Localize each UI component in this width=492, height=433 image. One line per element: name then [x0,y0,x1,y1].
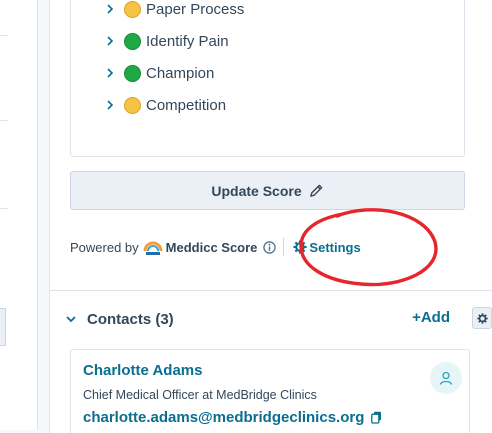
criteria-item-competition[interactable]: Competition [103,94,226,116]
contacts-title: Contacts (3) [87,310,174,328]
status-dot-green-icon [124,32,141,50]
settings-link[interactable]: Settings [293,239,361,255]
contacts-section-header: Contacts (3) +Add [64,307,492,331]
chevron-right-icon[interactable] [103,2,117,16]
left-panel-tab[interactable] [0,308,6,346]
update-score-label: Update Score [211,182,302,199]
criteria-label: Paper Process [146,0,245,18]
left-panel [0,0,38,430]
chevron-right-icon[interactable] [103,98,117,112]
contact-email-link[interactable]: charlotte.adams@medbridgeclinics.org [83,409,364,426]
meddicc-score-card: Paper Process Identify Pain Champion Com… [70,0,465,157]
avatar [430,362,462,394]
status-dot-yellow-icon [124,96,141,114]
contact-card: Charlotte Adams Chief Medical Officer at… [70,349,470,433]
status-dot-yellow-icon [124,0,141,18]
gear-icon [293,240,307,254]
criteria-item-champion[interactable]: Champion [103,62,214,84]
powered-by-text: Powered by [70,239,139,255]
contact-email-row: charlotte.adams@medbridgeclinics.org [83,409,382,426]
contacts-settings-button[interactable] [472,307,492,329]
contact-name-link[interactable]: Charlotte Adams [83,362,202,379]
gear-icon [476,312,488,324]
section-divider [50,290,492,291]
chevron-right-icon[interactable] [103,34,117,48]
info-icon[interactable] [263,240,277,254]
copy-icon[interactable] [371,411,382,424]
pencil-icon [309,184,322,197]
chevron-right-icon[interactable] [103,66,117,80]
meddicc-logo-icon [143,241,163,255]
person-icon [439,371,453,385]
settings-label: Settings [309,239,361,255]
criteria-label: Champion [146,64,215,82]
left-divider [0,35,8,36]
add-contact-button[interactable]: +Add [412,309,450,326]
separator [283,238,285,256]
criteria-item-paper-process[interactable]: Paper Process [103,0,244,20]
criteria-label: Identify Pain [146,32,229,50]
criteria-item-identify-pain[interactable]: Identify Pain [103,30,229,52]
criteria-label: Competition [146,96,227,114]
sidebar-right-column: Paper Process Identify Pain Champion Com… [49,0,492,433]
contact-role: Chief Medical Officer at MedBridge Clini… [83,388,317,402]
powered-by-row: Powered by Meddicc Score Settings [70,236,361,258]
left-divider [0,208,8,209]
status-dot-green-icon [124,64,141,82]
left-divider [0,120,8,121]
update-score-button[interactable]: Update Score [70,171,465,210]
chevron-down-icon[interactable] [64,312,78,326]
meddicc-brand-name: Meddicc Score [165,239,258,255]
